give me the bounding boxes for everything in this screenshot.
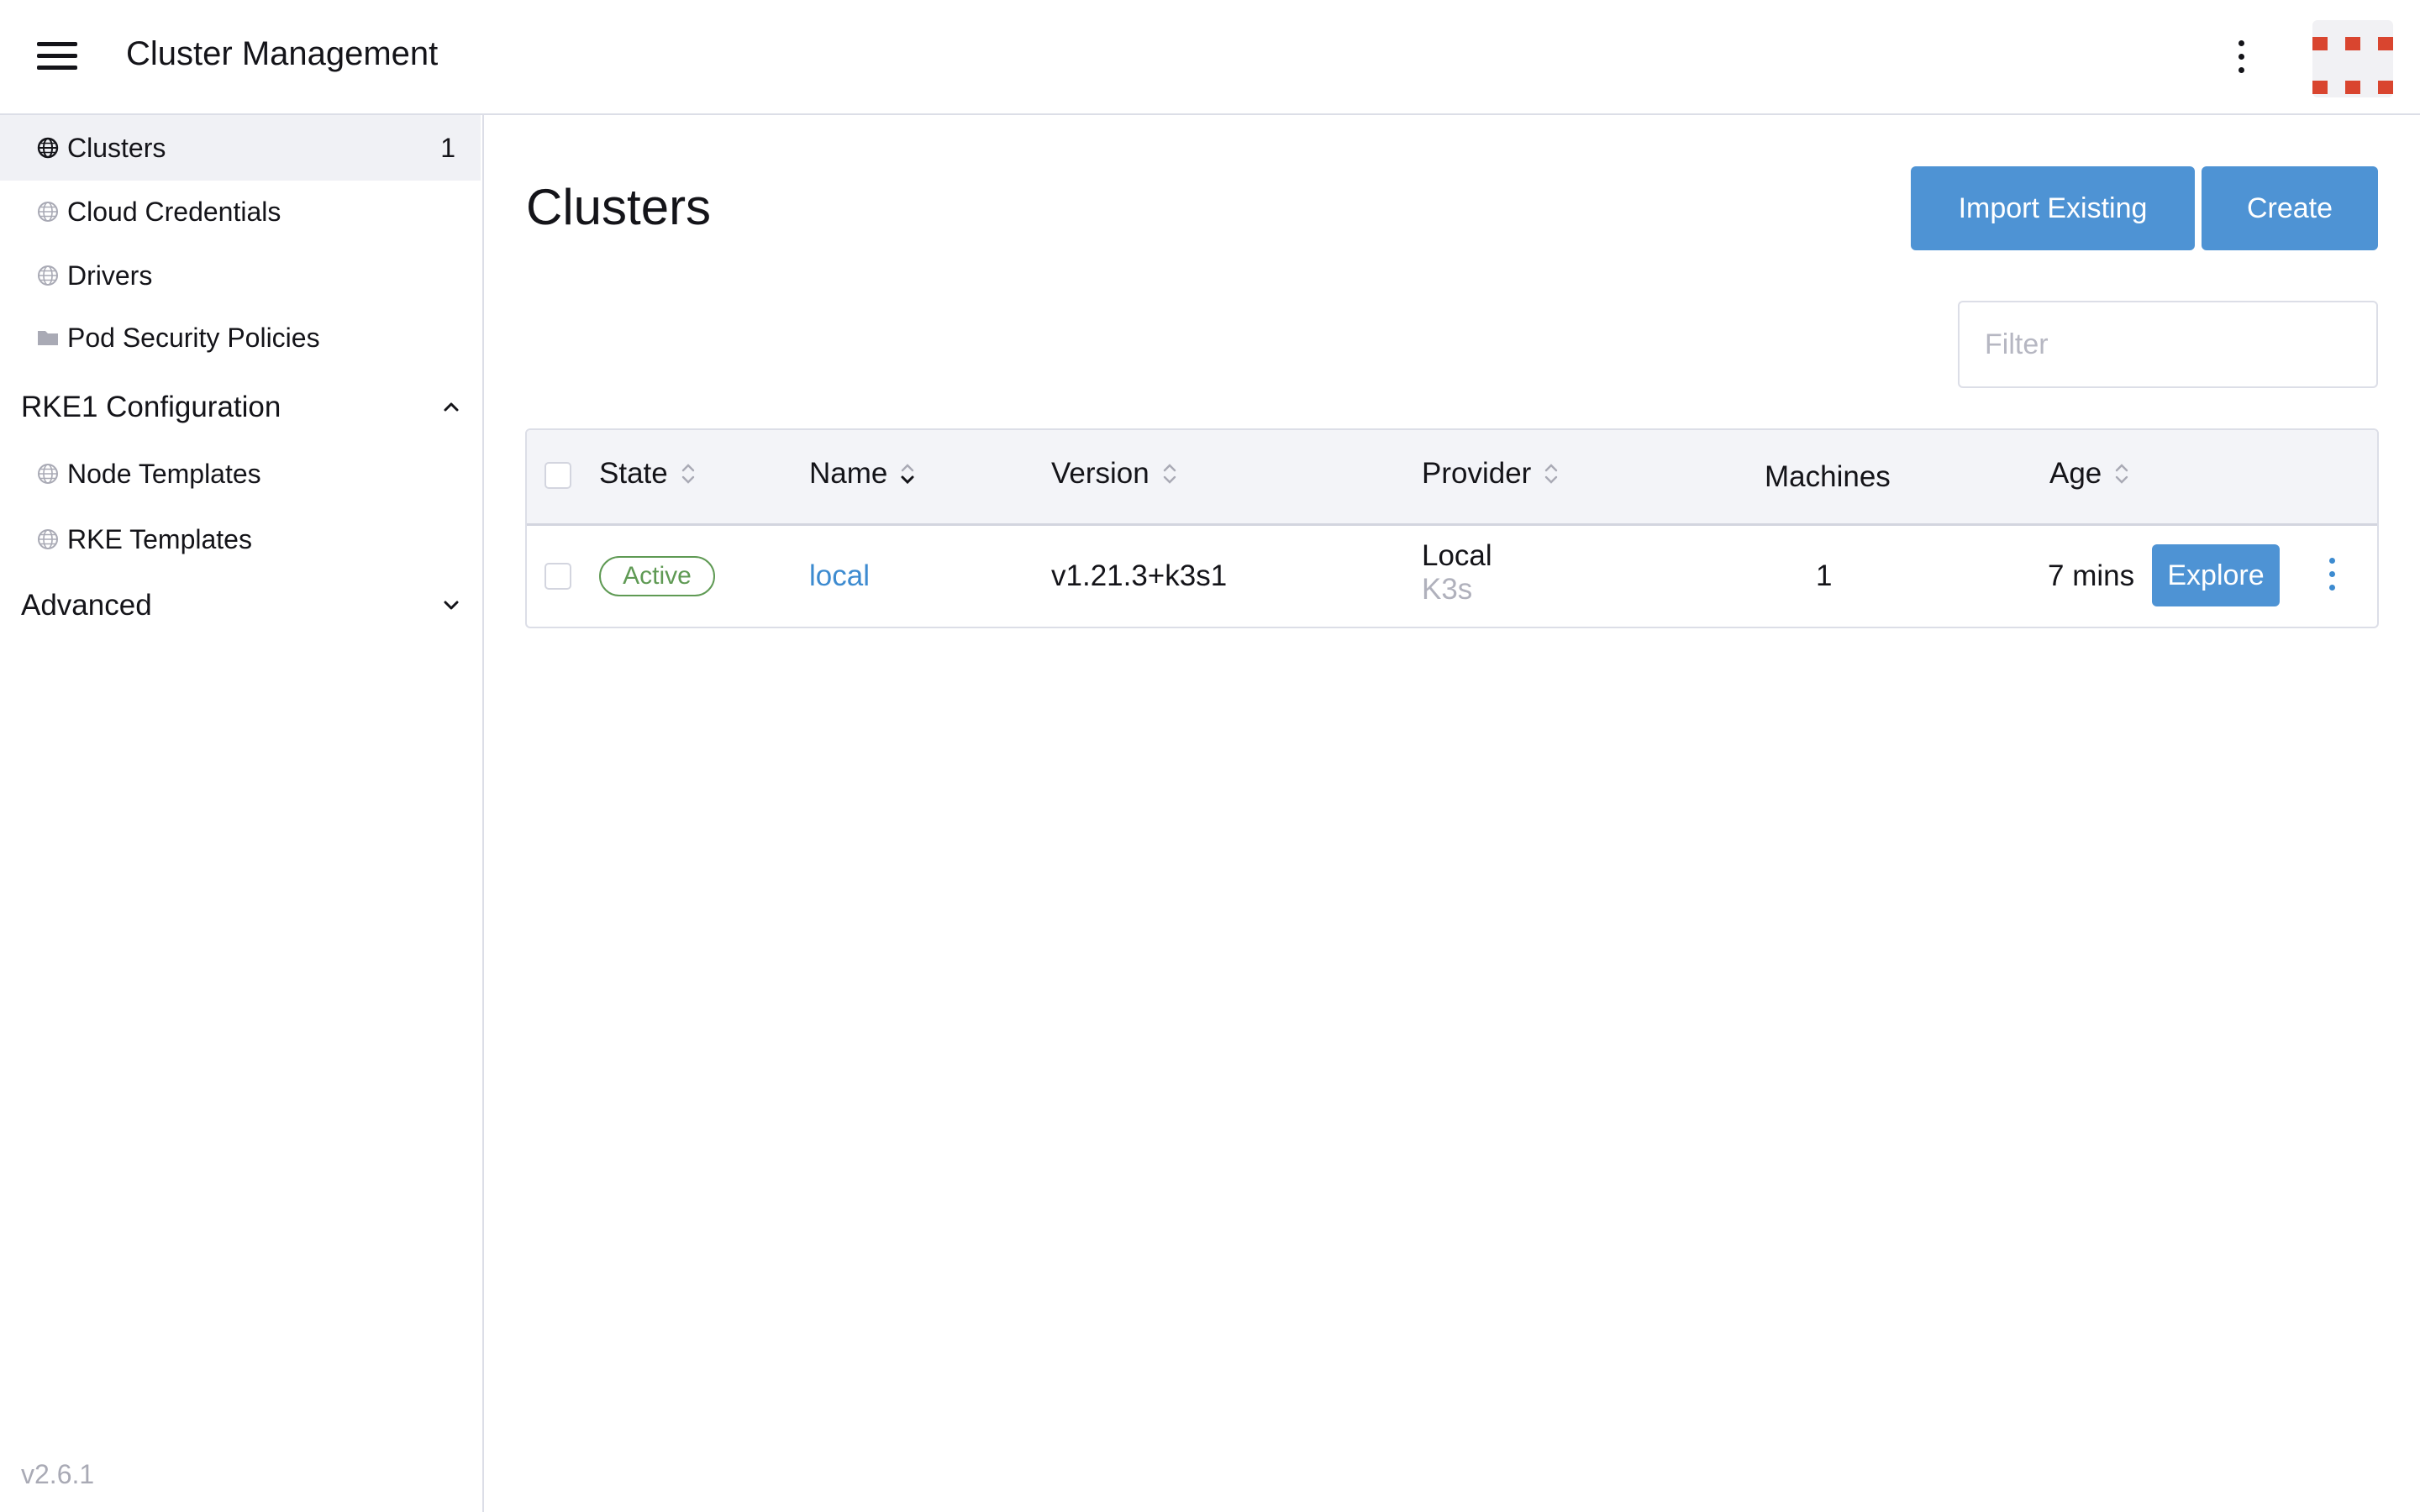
sidebar-item-label: Cloud Credentials: [67, 196, 281, 227]
cluster-version: v1.21.3+k3s1: [1051, 559, 1228, 592]
sidebar-item-count: 1: [440, 132, 455, 163]
cluster-machines-count: 1: [1816, 559, 1833, 592]
sort-icon: [1545, 464, 1558, 484]
select-all-checkbox[interactable]: [544, 462, 571, 489]
globe-icon: [38, 464, 58, 484]
clusters-table: State Name Version Provider Machines Age…: [525, 428, 2379, 628]
cluster-age: 7 mins: [2048, 559, 2135, 592]
sidebar-group-label: Advanced: [21, 589, 152, 622]
column-label: Machines: [1765, 460, 1891, 493]
filter-input[interactable]: [1958, 301, 2378, 388]
sidebar-item-label: Drivers: [67, 260, 153, 291]
sidebar-group-label: RKE1 Configuration: [21, 391, 281, 423]
sidebar-item-label: Pod Security Policies: [67, 322, 320, 353]
row-select-checkbox[interactable]: [544, 563, 571, 590]
sort-icon: [1163, 464, 1176, 484]
column-label: Age: [2049, 457, 2102, 490]
sort-icon: [681, 464, 694, 484]
page-title: Clusters: [526, 179, 712, 235]
globe-icon: [37, 137, 59, 159]
sidebar: Clusters 1 Cloud Credentials Drivers Pod…: [0, 115, 484, 1512]
sidebar-item-rke-templates[interactable]: RKE Templates: [0, 507, 481, 572]
folder-icon: [38, 331, 58, 345]
create-button[interactable]: Create: [2202, 166, 2378, 250]
globe-icon: [38, 529, 58, 549]
cluster-name-link[interactable]: local: [809, 559, 870, 593]
cluster-provider: Local: [1422, 539, 1492, 572]
chevron-down-icon: [444, 601, 459, 610]
import-existing-button[interactable]: Import Existing: [1911, 166, 2195, 250]
app-title: Cluster Management: [126, 35, 439, 72]
sidebar-item-clusters[interactable]: Clusters 1: [0, 115, 481, 181]
top-header: Cluster Management: [0, 0, 2420, 115]
chevron-up-icon: [444, 402, 459, 412]
sidebar-item-label: Clusters: [67, 132, 166, 163]
explore-button[interactable]: Explore: [2152, 544, 2280, 606]
column-label: Name: [809, 457, 888, 490]
sort-icon: [2116, 464, 2128, 484]
kebab-vertical-icon[interactable]: [2231, 40, 2251, 77]
sidebar-group-rke1-configuration[interactable]: RKE1 Configuration: [0, 377, 481, 436]
globe-icon: [38, 202, 58, 222]
sort-icon: [901, 464, 914, 485]
cluster-provider-distro: K3s: [1422, 573, 1473, 606]
column-label: State: [599, 457, 668, 490]
sidebar-item-node-templates[interactable]: Node Templates: [0, 441, 481, 507]
brand-logo-icon[interactable]: [2312, 20, 2393, 97]
row-actions-kebab-icon[interactable]: [2323, 558, 2340, 595]
sidebar-item-label: Node Templates: [67, 458, 261, 489]
sidebar-item-drivers[interactable]: Drivers: [0, 243, 481, 308]
hamburger-icon[interactable]: [37, 42, 77, 71]
column-header-provider[interactable]: Provider: [1422, 457, 1560, 491]
sidebar-group-advanced[interactable]: Advanced: [0, 575, 481, 634]
app-version: v2.6.1: [21, 1459, 95, 1489]
sidebar-item-pod-security-policies[interactable]: Pod Security Policies: [0, 305, 481, 370]
sidebar-item-cloud-credentials[interactable]: Cloud Credentials: [0, 179, 481, 244]
table-header: State Name Version Provider Machines Age: [527, 430, 2377, 526]
column-header-version[interactable]: Version: [1051, 457, 1178, 491]
table-row: Active local v1.21.3+k3s1 Local K3s 1 7 …: [527, 526, 2377, 627]
column-header-age[interactable]: Age: [2049, 457, 2130, 491]
column-header-name[interactable]: Name: [809, 457, 916, 491]
column-header-machines: Machines: [1765, 460, 1891, 494]
column-label: Version: [1051, 457, 1150, 490]
globe-icon: [38, 265, 58, 286]
sidebar-item-label: RKE Templates: [67, 523, 252, 554]
status-badge: Active: [599, 556, 715, 596]
column-label: Provider: [1422, 457, 1532, 490]
column-header-state[interactable]: State: [599, 457, 697, 491]
